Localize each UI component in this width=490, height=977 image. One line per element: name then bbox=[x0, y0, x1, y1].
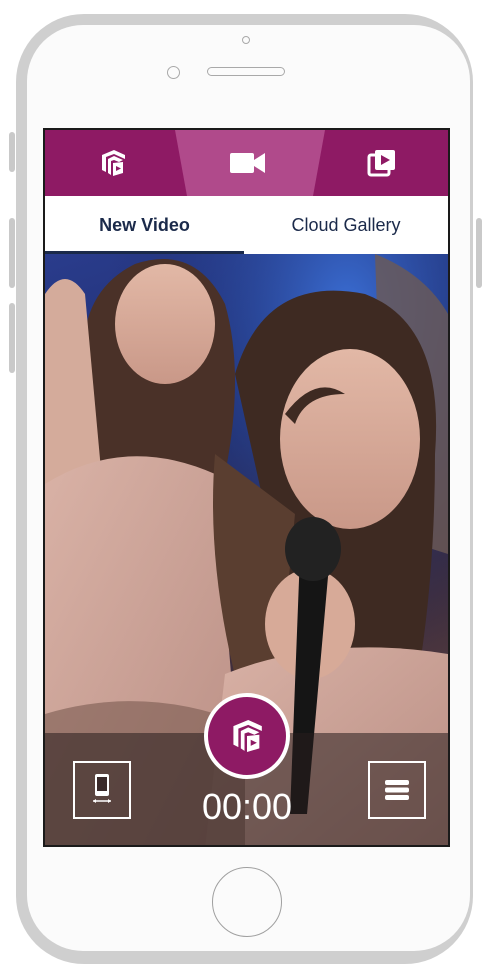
tab-new-video[interactable]: New Video bbox=[45, 196, 244, 254]
play-gallery-icon bbox=[367, 150, 395, 177]
volume-down-button bbox=[9, 303, 15, 373]
mute-switch bbox=[9, 132, 15, 172]
tab-logo[interactable] bbox=[45, 130, 180, 196]
home-button[interactable] bbox=[212, 867, 282, 937]
logo-cube-icon bbox=[233, 719, 262, 753]
front-camera bbox=[242, 36, 250, 44]
tab-video[interactable] bbox=[180, 130, 315, 196]
logo-cube-icon bbox=[101, 150, 125, 176]
earpiece-speaker bbox=[207, 67, 285, 76]
switch-camera-icon bbox=[93, 774, 111, 803]
hamburger-menu-icon bbox=[385, 780, 409, 800]
switch-camera-button[interactable] bbox=[73, 761, 131, 819]
app-screen: New Video Cloud Gallery 00:00 bbox=[43, 128, 450, 847]
top-tab-bar bbox=[45, 130, 448, 196]
recording-timer: 00:00 bbox=[201, 786, 293, 827]
tab-cloud-gallery[interactable]: Cloud Gallery bbox=[244, 196, 448, 254]
menu-button[interactable] bbox=[368, 761, 426, 819]
power-button bbox=[476, 218, 482, 288]
sub-tab-bar: New Video Cloud Gallery bbox=[45, 196, 448, 254]
video-camera-icon bbox=[229, 153, 265, 173]
volume-up-button bbox=[9, 218, 15, 288]
proximity-sensor bbox=[167, 66, 180, 79]
record-button[interactable] bbox=[204, 693, 290, 779]
tab-gallery[interactable] bbox=[315, 130, 448, 196]
